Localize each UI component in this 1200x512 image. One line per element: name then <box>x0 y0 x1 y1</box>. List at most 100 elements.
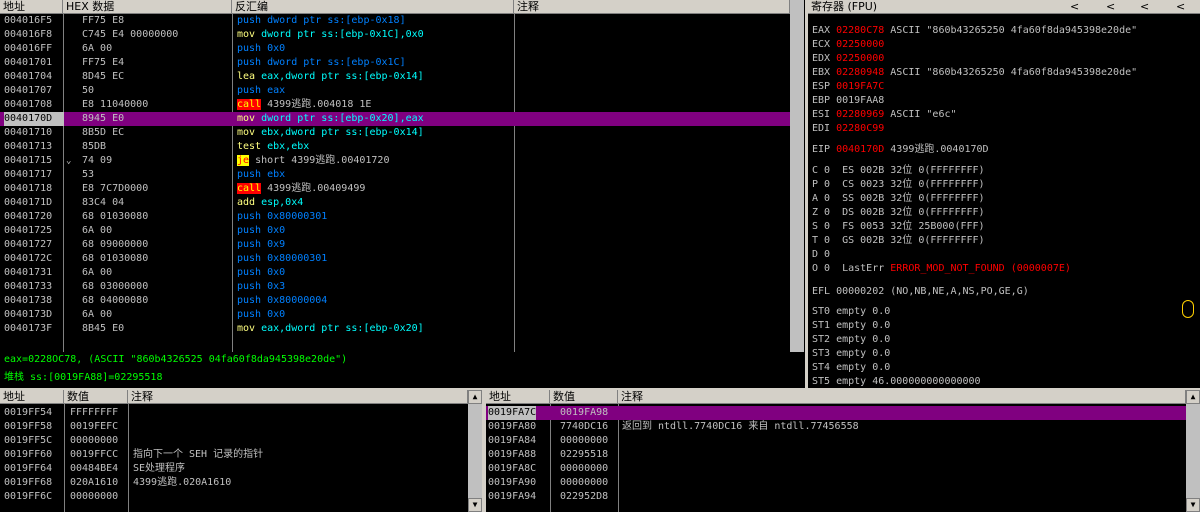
register-line[interactable]: ST4 empty 0.0 <box>812 361 890 375</box>
disasm-row[interactable]: 004016F8 C745 E4 00000000 mov dword ptr ss… <box>0 28 790 42</box>
stack-col-address[interactable]: 地址 <box>486 390 550 404</box>
register-line[interactable]: A 0 SS 002B 32位 0(FFFFFFFF) <box>812 192 985 206</box>
disasm-row[interactable]: 00401738 68 04000080 push 0x80000004 <box>0 294 790 308</box>
disasm-row[interactable]: 00401733 68 03000000 push 0x3 <box>0 280 790 294</box>
stack-row[interactable]: 0019FA90 00000000 <box>486 476 1186 490</box>
register-value[interactable]: 02280C99 <box>836 123 884 134</box>
stack-row[interactable]: 0019FA94 022952D8 <box>486 490 1186 504</box>
disasm-row[interactable]: 00401717 53 push ebx <box>0 168 790 182</box>
register-line[interactable]: EDI 02280C99 <box>812 122 884 136</box>
reg-nav-prev-2[interactable]: < <box>1106 0 1115 13</box>
register-line[interactable]: EBP 0019FAA8 <box>812 94 884 108</box>
disasm-row[interactable]: 0040173F 8B45 E0 mov eax,dword ptr ss:[ebp… <box>0 322 790 336</box>
register-value[interactable]: 02280969 <box>836 109 884 120</box>
stack-pane[interactable]: 地址 数值 注释 0019FA7C 0019FA98 0019FA80 7740DC1… <box>486 390 1200 512</box>
reg-nav-prev-1[interactable]: < <box>1070 0 1079 13</box>
col-header-hex[interactable]: HEX 数据 <box>63 0 232 14</box>
dump-row[interactable]: 0019FF54 FFFFFFFF <box>0 406 468 420</box>
register-line[interactable]: EBX 02280948 ASCII "860b43265250 4fa60f8… <box>812 66 1137 80</box>
register-line[interactable]: ST0 empty 0.0 <box>812 305 890 319</box>
register-value[interactable]: 0040170D <box>836 144 884 155</box>
dump-row[interactable]: 0019FF6C 00000000 <box>0 490 468 504</box>
disasm-row[interactable]: 0040172C 68 01030080 push 0x80000301 <box>0 252 790 266</box>
scroll-up-icon[interactable]: ▲ <box>1186 390 1200 404</box>
dump-scrollbar[interactable]: ▲ ▼ <box>468 390 482 512</box>
register-line[interactable]: P 0 CS 0023 32位 0(FFFFFFFF) <box>812 178 985 192</box>
disasm-row[interactable]: 00401701 FF75 E4 push dword ptr ss:[ebp-0x… <box>0 56 790 70</box>
col-header-disasm[interactable]: 反汇编 <box>232 0 514 14</box>
register-line[interactable]: D 0 <box>812 248 830 262</box>
reg-nav-prev-4[interactable]: < <box>1176 0 1185 13</box>
scroll-down-icon[interactable]: ▼ <box>468 498 482 512</box>
register-value[interactable]: 02250000 <box>836 53 884 64</box>
register-line[interactable]: ESP 0019FA7C <box>812 80 884 94</box>
register-line[interactable]: EAX 02280C78 ASCII "860b43265250 4fa60f8… <box>812 24 1137 38</box>
register-value[interactable]: 02250000 <box>836 39 884 50</box>
disasm-row[interactable]: 004016F5 FF75 E8 push dword ptr ss:[ebp-0x… <box>0 14 790 28</box>
stack-row[interactable]: 0019FA8C 00000000 <box>486 462 1186 476</box>
dump-col-address[interactable]: 地址 <box>0 390 64 404</box>
register-value[interactable]: 02280C78 <box>836 25 884 36</box>
register-line[interactable]: ST5 empty 46.000000000000000 <box>812 375 981 388</box>
register-line[interactable]: T 0 GS 002B 32位 0(FFFFFFFF) <box>812 234 985 248</box>
stack-col-value[interactable]: 数值 <box>550 390 618 404</box>
disassembly-pane[interactable]: 地址 HEX 数据 反汇编 注释 004016F5 FF75 E8 push dwo… <box>0 0 805 352</box>
disasm-row[interactable]: 00401725 6A 00 push 0x0 <box>0 224 790 238</box>
register-line[interactable]: S 0 FS 0053 32位 25B000(FFF) <box>812 220 985 234</box>
stack-col-comment[interactable]: 注释 <box>618 390 1186 404</box>
stack-row[interactable]: 0019FA88 02295518 <box>486 448 1186 462</box>
disasm-row[interactable]: 00401707 50 push eax <box>0 84 790 98</box>
dump-col-comment[interactable]: 注释 <box>128 390 468 404</box>
disasm-mnemonic: push <box>237 225 262 236</box>
register-line[interactable]: Z 0 DS 002B 32位 0(FFFFFFFF) <box>812 206 985 220</box>
reg-nav-prev-3[interactable]: < <box>1140 0 1149 13</box>
disasm-row[interactable]: 0040170D 8945 E0 mov dword ptr ss:[ebp-0x2… <box>0 112 790 126</box>
dump-address: 0019FF68 <box>4 477 53 488</box>
dump-col-value[interactable]: 数值 <box>64 390 128 404</box>
register-line[interactable]: EIP 0040170D 4399逃跑.0040170D <box>812 143 989 157</box>
disasm-row[interactable]: 00401727 68 09000000 push 0x9 <box>0 238 790 252</box>
stack-scrollbar[interactable]: ▲ ▼ <box>1186 390 1200 512</box>
register-line[interactable]: ECX 02250000 <box>812 38 884 52</box>
dump-row[interactable]: 0019FF58 0019FEFC <box>0 420 468 434</box>
disasm-row[interactable]: 00401718 E8 7C7D0000 call 4399逃跑.00409499 <box>0 182 790 196</box>
register-line[interactable]: EFL 00000202 (NO,NB,NE,A,NS,PO,GE,G) <box>812 285 1029 299</box>
disasm-hex: 68 01030080 <box>82 253 149 264</box>
registers-pane[interactable]: 寄存器 (FPU) < < < < EAX 02280C78 ASCII "86… <box>808 0 1200 388</box>
disasm-row[interactable]: 0040173D 6A 00 push 0x0 <box>0 308 790 322</box>
stack-row[interactable]: 0019FA84 00000000 <box>486 434 1186 448</box>
disasm-scrollbar[interactable] <box>790 0 804 352</box>
register-value[interactable]: 0019FAA8 <box>836 95 884 106</box>
disasm-address: 0040173F <box>4 323 53 334</box>
disasm-row[interactable]: 004016FF 6A 00 push 0x0 <box>0 42 790 56</box>
register-line[interactable]: ST1 empty 0.0 <box>812 319 890 333</box>
dump-pane[interactable]: 地址 数值 注释 0019FF54 FFFFFFFF 0019FF58 0019FEF… <box>0 390 482 512</box>
disasm-row[interactable]: 00401720 68 01030080 push 0x80000301 <box>0 210 790 224</box>
stack-row[interactable]: 0019FA7C 0019FA98 <box>486 406 1186 420</box>
dump-value: 020A1610 <box>70 477 119 488</box>
register-line[interactable]: ST2 empty 0.0 <box>812 333 890 347</box>
disasm-row[interactable]: 00401715 ⌄ 74 09 je short 4399逃跑.00401720 <box>0 154 790 168</box>
register-line[interactable]: C 0 ES 002B 32位 0(FFFFFFFF) <box>812 164 985 178</box>
disasm-row[interactable]: 00401731 6A 00 push 0x0 <box>0 266 790 280</box>
disasm-row[interactable]: 00401713 85DB test ebx,ebx <box>0 140 790 154</box>
dump-row[interactable]: 0019FF5C 00000000 <box>0 434 468 448</box>
scroll-down-icon[interactable]: ▼ <box>1186 498 1200 512</box>
dump-row[interactable]: 0019FF60 0019FFCC 指向下一个 SEH 记录的指针 <box>0 448 468 462</box>
disasm-row[interactable]: 00401704 8D45 EC lea eax,dword ptr ss:[ebp… <box>0 70 790 84</box>
register-line[interactable]: O 0 LastErr ERROR_MOD_NOT_FOUND (0000007… <box>812 262 1071 276</box>
dump-row[interactable]: 0019FF64 00484BE4 SE处理程序 <box>0 462 468 476</box>
disasm-row[interactable]: 00401708 E8 11040000 call 4399逃跑.004018 1E <box>0 98 790 112</box>
dump-row[interactable]: 0019FF68 020A1610 4399逃跑.020A1610 <box>0 476 468 490</box>
col-header-comment[interactable]: 注释 <box>514 0 790 14</box>
register-line[interactable]: ST3 empty 0.0 <box>812 347 890 361</box>
disasm-row[interactable]: 0040171D 83C4 04 add esp,0x4 <box>0 196 790 210</box>
register-line[interactable]: EDX 02250000 <box>812 52 884 66</box>
register-value[interactable]: 0019FA7C <box>836 81 884 92</box>
scroll-up-icon[interactable]: ▲ <box>468 390 482 404</box>
col-header-address[interactable]: 地址 <box>0 0 63 14</box>
register-line[interactable]: ESI 02280969 ASCII "e6c" <box>812 108 957 122</box>
register-value[interactable]: 02280948 <box>836 67 884 78</box>
stack-row[interactable]: 0019FA80 7740DC16 返回到 ntdll.7740DC16 来自 nt… <box>486 420 1186 434</box>
disasm-row[interactable]: 00401710 8B5D EC mov ebx,dword ptr ss:[ebp… <box>0 126 790 140</box>
